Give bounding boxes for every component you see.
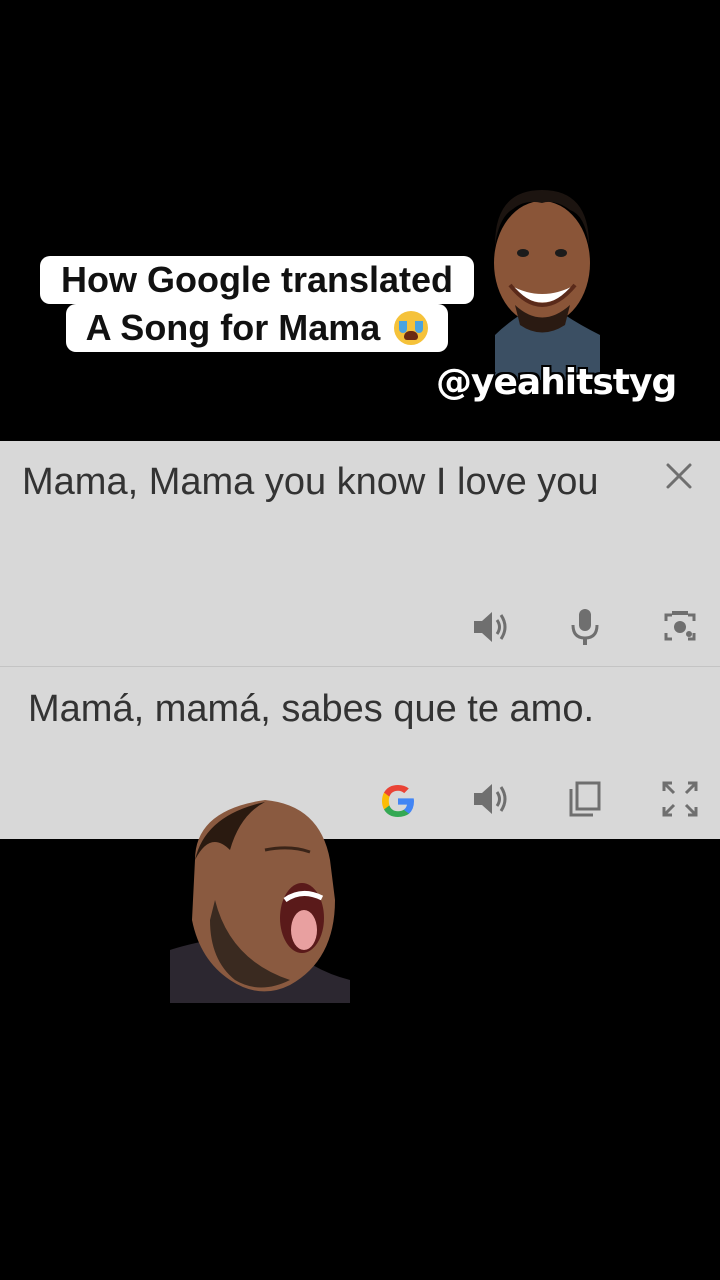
caption-line-1: How Google translated (40, 256, 474, 304)
copy-icon[interactable] (565, 779, 605, 819)
caption-line-2: A Song for Mama (66, 304, 448, 352)
speaker-icon[interactable] (470, 779, 510, 819)
close-icon[interactable] (660, 457, 698, 495)
camera-lens-icon[interactable] (660, 607, 700, 647)
mic-icon[interactable] (565, 607, 605, 647)
crying-emoji-icon (394, 311, 429, 345)
speaker-icon[interactable] (470, 607, 510, 647)
fullscreen-icon[interactable] (660, 779, 700, 819)
avatar-top (494, 190, 600, 380)
avatar-bottom (170, 800, 350, 1003)
creator-handle: @yeahitstyg (436, 362, 677, 403)
google-icon[interactable] (378, 781, 418, 821)
source-text[interactable]: Mama, Mama you know I love you (22, 455, 622, 510)
divider (0, 666, 720, 667)
result-text[interactable]: Mamá, mamá, sabes que te amo. (28, 685, 594, 733)
translate-panel: Mama, Mama you know I love you Mamá, mam… (0, 441, 720, 839)
